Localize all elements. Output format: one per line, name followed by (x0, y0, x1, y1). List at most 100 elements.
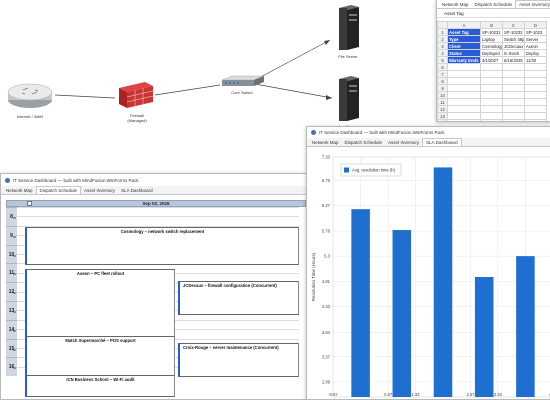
row-header[interactable]: 5 (437, 56, 448, 64)
tab-network-map[interactable]: Network Map (439, 1, 472, 8)
row-header[interactable]: 1 (437, 28, 448, 36)
grid-cell[interactable]: Asset Tag (447, 28, 481, 36)
grid-cell[interactable]: Deployed (480, 49, 503, 57)
grid-cell[interactable] (480, 84, 503, 92)
appointment[interactable]: JCDecaux – firewall configuration (Concu… (178, 281, 299, 315)
grid-cell[interactable]: 6/15/2028 (502, 56, 525, 64)
tab-asset-inventory[interactable]: Asset Inventory (385, 139, 422, 146)
tab-dispatch-schedule[interactable]: Dispatch Schedule (342, 139, 386, 146)
row-header[interactable]: 12 (437, 105, 448, 113)
tab-asset-inventory[interactable]: Asset Inventory (515, 0, 550, 8)
asset-grid[interactable]: A B C D 1 Asset Tag SP-10231 SP-10232 SP-102… (437, 21, 547, 121)
grid-cell[interactable] (447, 105, 481, 113)
row-header[interactable]: 10 (437, 91, 448, 99)
tab-dispatch-schedule[interactable]: Dispatch Schedule (472, 1, 516, 8)
grid-cell[interactable]: SP-10232 (502, 28, 525, 36)
tab-network-map[interactable]: Network Map (309, 139, 342, 146)
grid-cell[interactable]: Type (447, 35, 481, 43)
file-server-icon[interactable] (336, 4, 362, 52)
grid-cell[interactable] (502, 70, 525, 78)
appointment[interactable]: Cosmology – network switch replacement (25, 227, 299, 265)
schedule-grid[interactable]: 8 00 9 00 10 00 11 00 12 00 13 00 14 00 15 00 16 00 Cosmol… (1, 207, 311, 399)
row-header[interactable]: 7 (437, 70, 448, 78)
column-header[interactable]: C (502, 21, 525, 29)
row-header[interactable]: 11 (437, 98, 448, 106)
tab-sla-dashboard[interactable]: SLA Dashboard (118, 187, 156, 194)
grid-cell[interactable]: JCDecaux (502, 42, 525, 50)
grid-cell[interactable]: SP-10231 (480, 28, 503, 36)
grid-cell[interactable] (447, 84, 481, 92)
grid-cell[interactable] (480, 98, 503, 106)
grid-cell[interactable] (502, 105, 525, 113)
tab-dispatch-schedule[interactable]: Dispatch Schedule (35, 186, 82, 194)
row-header[interactable]: 2 (437, 35, 448, 43)
grid-cell[interactable] (447, 98, 481, 106)
grid-cell[interactable]: Cosmology (480, 42, 503, 50)
grid-cell[interactable] (524, 119, 547, 121)
row-header[interactable]: 3 (437, 42, 448, 50)
grid-cell[interactable] (447, 77, 481, 85)
grid-cell[interactable] (480, 63, 503, 71)
formula-bar[interactable]: Asset Tag (437, 9, 550, 18)
time-slot[interactable] (6, 207, 299, 216)
grid-cell[interactable] (524, 98, 547, 106)
row-header[interactable]: 13 (437, 112, 448, 120)
grid-cell[interactable]: 11/30 (524, 56, 547, 64)
time-slot[interactable] (6, 216, 299, 225)
grid-cell[interactable] (447, 63, 481, 71)
grid-cell[interactable]: 3/1/2027 (480, 56, 503, 64)
grid-cell[interactable] (480, 105, 503, 113)
grid-cell[interactable] (502, 98, 525, 106)
appointment[interactable]: ICN Business School – Wi-Fi audit (25, 375, 175, 397)
grid-cell[interactable]: Deploy (524, 49, 547, 57)
grid-cell[interactable]: Laptop (480, 35, 503, 43)
row-header[interactable]: 9 (437, 84, 448, 92)
tab-asset-inventory[interactable]: Asset Inventory (81, 187, 118, 194)
grid-cell[interactable]: In Stock (502, 49, 525, 57)
column-header[interactable]: A (447, 21, 481, 29)
router-icon[interactable] (5, 80, 55, 110)
grid-cell[interactable] (502, 63, 525, 71)
grid-cell[interactable]: SP-1023 (524, 28, 547, 36)
grid-cell[interactable]: Server (524, 35, 547, 43)
grid-cell[interactable] (480, 91, 503, 99)
grid-cell[interactable] (524, 91, 547, 99)
app-server-icon[interactable] (336, 75, 362, 123)
switch-icon[interactable] (220, 74, 265, 90)
grid-cell[interactable] (502, 91, 525, 99)
grid-cell[interactable] (502, 84, 525, 92)
grid-cell[interactable]: Warranty Ends (447, 56, 481, 64)
grid-cell[interactable]: Status (447, 49, 481, 57)
grid-cell[interactable] (524, 84, 547, 92)
grid-cell[interactable] (502, 77, 525, 85)
grid-cell[interactable] (502, 112, 525, 120)
grid-cell[interactable] (447, 112, 481, 120)
grid-cell[interactable] (524, 70, 547, 78)
grid-cell[interactable] (480, 112, 503, 120)
sla-bar-chart[interactable]: 7.20 6.75 6.27 5.78 5.3 4.81 4.33 3.84 3.37 2.89 -… (307, 149, 550, 400)
grid-cell[interactable] (480, 77, 503, 85)
appointment[interactable]: Axeon – PC fleet rollout (25, 269, 175, 337)
grid-cell[interactable]: Axeon (524, 42, 547, 50)
grid-cell[interactable] (524, 105, 547, 113)
grid-cell[interactable]: Switch 48p (502, 35, 525, 43)
grid-cell[interactable] (480, 70, 503, 78)
collapse-button[interactable]: - (27, 201, 32, 206)
column-header[interactable]: B (480, 21, 503, 29)
firewall-icon[interactable] (115, 78, 157, 110)
tab-network-map[interactable]: Network Map (3, 187, 36, 194)
grid-cell[interactable] (447, 91, 481, 99)
grid-cell[interactable]: Client (447, 42, 481, 50)
row-header[interactable]: 8 (437, 77, 448, 85)
grid-cell[interactable] (524, 77, 547, 85)
row-header[interactable]: 4 (437, 49, 448, 57)
grid-cell[interactable] (524, 112, 547, 120)
column-header[interactable]: D (524, 21, 547, 29)
tab-sla-dashboard[interactable]: SLA Dashboard (422, 138, 462, 146)
row-header[interactable]: 14 (437, 119, 448, 121)
grid-cell[interactable] (524, 63, 547, 71)
row-header[interactable]: 6 (437, 63, 448, 71)
grid-cell[interactable] (447, 70, 481, 78)
grid-cell[interactable] (447, 119, 481, 121)
grid-cell[interactable] (480, 119, 503, 121)
